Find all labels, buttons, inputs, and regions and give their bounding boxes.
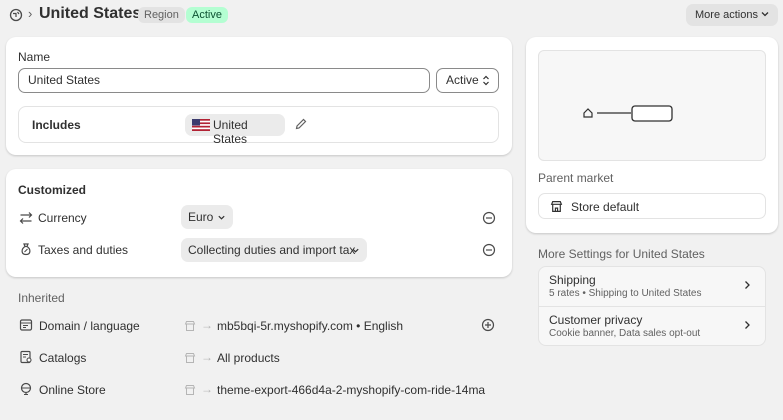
tax-bag-icon (21, 243, 31, 256)
market-hierarchy-preview (538, 50, 766, 161)
page-header: › United States Region Active More actio… (0, 0, 783, 30)
shipping-title: Shipping (549, 273, 596, 287)
domain-language-label: Domain / language (39, 319, 140, 333)
country-chip-label: United States (213, 118, 248, 146)
store-icon (550, 201, 563, 212)
status-select-value: Active (446, 73, 479, 87)
domain-language-icon (19, 319, 33, 331)
customer-privacy-row[interactable]: Customer privacy Cookie banner, Data sal… (539, 307, 765, 346)
taxes-label: Taxes and duties (38, 243, 129, 257)
page-title: United States (39, 5, 142, 22)
status-select[interactable]: Active (436, 68, 499, 93)
parent-market-value: Store default (571, 200, 640, 214)
market-node (631, 105, 673, 122)
customer-privacy-subtitle: Cookie banner, Data sales opt-out (549, 328, 701, 339)
hierarchy-diagram (583, 105, 673, 122)
name-label: Name (18, 50, 51, 64)
edit-pencil-icon[interactable] (294, 117, 308, 131)
more-actions-label: More actions (695, 9, 758, 21)
more-actions-button[interactable]: More actions (686, 4, 778, 26)
taxes-select[interactable]: Collecting duties and import tax (181, 238, 367, 262)
remove-currency-icon[interactable] (482, 211, 496, 225)
currency-select[interactable]: Euro (181, 205, 233, 229)
market-hierarchy-card: Parent market Store default (526, 37, 778, 233)
country-chip[interactable]: United States (185, 114, 285, 146)
status-badge: Active (186, 7, 228, 23)
catalog-icon (20, 350, 32, 364)
parent-market-row[interactable]: Store default (538, 193, 766, 219)
chevron-right-icon (745, 321, 750, 329)
region-badge: Region (138, 7, 185, 23)
includes-label: Includes (32, 118, 81, 132)
shipping-subtitle: 5 rates • Shipping to United States (549, 288, 702, 299)
store-icon (184, 353, 196, 363)
select-updown-icon (483, 75, 489, 86)
domain-language-value: mb5bqi-5r.myshopify.com • English (217, 319, 404, 333)
chevron-down-icon (761, 12, 769, 17)
customer-privacy-title: Customer privacy (549, 313, 643, 327)
includes-row: Includes United States (18, 106, 499, 146)
home-icon (583, 108, 593, 118)
more-settings-list: Shipping 5 rates • Shipping to United St… (538, 266, 766, 346)
customized-card: Customized Currency Euro Taxes and dutie… (6, 169, 512, 277)
us-flag-icon (192, 119, 210, 131)
currency-exchange-icon (19, 212, 33, 224)
chevron-down-icon (218, 215, 225, 220)
inherited-title: Inherited (18, 291, 65, 305)
arrow-right-icon: → (201, 350, 213, 364)
online-store-value: theme-export-466d4a-2-myshopify-com-ride… (217, 383, 486, 397)
chevron-right-icon (745, 281, 750, 289)
name-input[interactable]: United States (18, 68, 430, 93)
name-card: Name United States Active Includes Unite… (6, 37, 512, 155)
breadcrumb-separator: › (28, 6, 33, 21)
online-store-label: Online Store (39, 383, 106, 397)
catalogs-label: Catalogs (39, 351, 87, 365)
store-icon (184, 385, 196, 395)
catalogs-value: All products (217, 351, 280, 365)
more-settings-title: More Settings for United States (538, 247, 705, 261)
arrow-right-icon: → (201, 318, 213, 332)
parent-market-label: Parent market (538, 171, 614, 185)
currency-label: Currency (38, 211, 87, 225)
add-domain-icon[interactable] (481, 318, 495, 332)
shipping-row[interactable]: Shipping 5 rates • Shipping to United St… (539, 267, 765, 306)
taxes-value: Collecting duties and import tax (188, 243, 356, 257)
customized-title: Customized (18, 183, 87, 197)
store-icon (184, 321, 196, 331)
chevron-down-icon (352, 248, 359, 253)
arrow-right-icon: → (201, 382, 213, 396)
currency-value: Euro (188, 210, 214, 224)
online-store-icon (20, 382, 32, 396)
markets-globe-icon[interactable] (9, 8, 23, 22)
remove-taxes-icon[interactable] (482, 243, 496, 257)
